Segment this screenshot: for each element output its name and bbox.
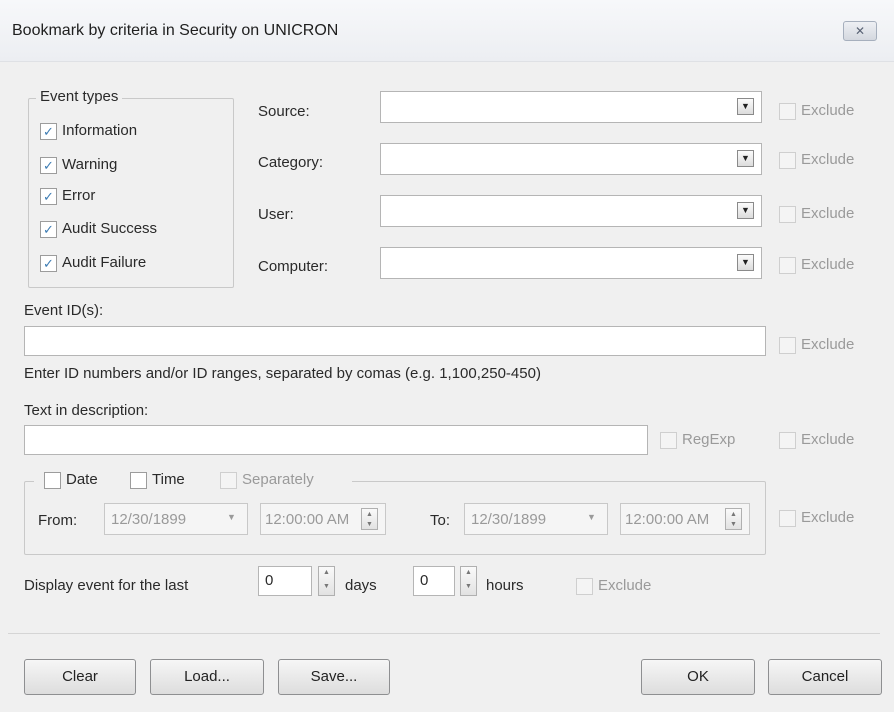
warning-checkbox[interactable]: ✓ bbox=[40, 157, 57, 174]
audit-success-checkbox[interactable]: ✓ bbox=[40, 221, 57, 238]
close-button[interactable]: ✕ bbox=[843, 21, 877, 41]
days-spinner[interactable]: ▲ ▼ bbox=[318, 566, 335, 596]
error-checkbox[interactable]: ✓ bbox=[40, 188, 57, 205]
audit-success-label: Audit Success bbox=[62, 220, 158, 237]
last-exclude-label: Exclude bbox=[598, 577, 652, 594]
separately-label: Separately bbox=[242, 471, 314, 488]
to-time-spinner[interactable]: ▲ ▼ bbox=[725, 508, 742, 530]
audit-failure-checkbox[interactable]: ✓ bbox=[40, 255, 57, 272]
user-label: User: bbox=[258, 206, 294, 223]
footer-separator bbox=[8, 633, 880, 634]
from-time-picker[interactable]: 12:00:00 AM ▲ ▼ bbox=[260, 503, 386, 535]
last-exclude-checkbox[interactable] bbox=[576, 578, 593, 595]
source-exclude-checkbox[interactable] bbox=[779, 103, 796, 120]
hours-input[interactable]: 0 bbox=[413, 566, 455, 596]
load-button[interactable]: Load... bbox=[150, 659, 264, 695]
description-input[interactable] bbox=[24, 425, 648, 455]
source-exclude-label: Exclude bbox=[801, 102, 855, 119]
chevron-down-icon[interactable]: ▼ bbox=[737, 150, 754, 167]
user-exclude-checkbox[interactable] bbox=[779, 206, 796, 223]
time-label: Time bbox=[152, 471, 185, 488]
date-checkbox[interactable] bbox=[44, 472, 61, 489]
hours-label: hours bbox=[486, 577, 524, 594]
source-combo[interactable]: ▼ bbox=[380, 91, 762, 123]
regexp-label: RegExp bbox=[682, 431, 736, 448]
user-combo[interactable]: ▼ bbox=[380, 195, 762, 227]
information-label: Information bbox=[62, 122, 138, 139]
category-label: Category: bbox=[258, 154, 324, 171]
days-input[interactable]: 0 bbox=[258, 566, 312, 596]
chevron-down-icon[interactable]: ▼ bbox=[737, 98, 754, 115]
clear-button[interactable]: Clear bbox=[24, 659, 136, 695]
regexp-checkbox[interactable] bbox=[660, 432, 677, 449]
save-button[interactable]: Save... bbox=[278, 659, 390, 695]
to-date-picker[interactable]: 12/30/1899 ▼ bbox=[464, 503, 608, 535]
from-date-value: 12/30/1899 bbox=[111, 511, 187, 528]
event-ids-label: Event ID(s): bbox=[24, 302, 104, 319]
from-time-spinner[interactable]: ▲ ▼ bbox=[361, 508, 378, 530]
chevron-down-icon[interactable]: ▼ bbox=[227, 512, 236, 522]
chevron-down-icon[interactable]: ▼ bbox=[737, 202, 754, 219]
computer-combo[interactable]: ▼ bbox=[380, 247, 762, 279]
date-label: Date bbox=[66, 471, 98, 488]
user-exclude-label: Exclude bbox=[801, 205, 855, 222]
description-exclude-checkbox[interactable] bbox=[779, 432, 796, 449]
computer-exclude-checkbox[interactable] bbox=[779, 257, 796, 274]
date-exclude-label: Exclude bbox=[801, 509, 855, 526]
to-date-value: 12/30/1899 bbox=[471, 511, 547, 528]
event-ids-hint: Enter ID numbers and/or ID ranges, separ… bbox=[24, 365, 541, 382]
from-date-picker[interactable]: 12/30/1899 ▼ bbox=[104, 503, 248, 535]
description-exclude-label: Exclude bbox=[801, 431, 855, 448]
source-label: Source: bbox=[258, 103, 310, 120]
to-time-picker[interactable]: 12:00:00 AM ▲ ▼ bbox=[620, 503, 750, 535]
time-checkbox[interactable] bbox=[130, 472, 147, 489]
category-combo[interactable]: ▼ bbox=[380, 143, 762, 175]
chevron-down-icon[interactable]: ▼ bbox=[587, 512, 596, 522]
ok-button[interactable]: OK bbox=[641, 659, 755, 695]
last-label: Display event for the last bbox=[24, 577, 189, 594]
separately-checkbox[interactable] bbox=[220, 472, 237, 489]
close-icon: ✕ bbox=[854, 24, 866, 38]
days-value: 0 bbox=[265, 572, 274, 589]
warning-label: Warning bbox=[62, 156, 118, 173]
from-time-value: 12:00:00 AM bbox=[265, 511, 350, 528]
computer-exclude-label: Exclude bbox=[801, 256, 855, 273]
window-title: Bookmark by criteria in Security on UNIC… bbox=[12, 22, 339, 39]
chevron-down-icon[interactable]: ▼ bbox=[737, 254, 754, 271]
event-ids-input[interactable] bbox=[24, 326, 766, 356]
computer-label: Computer: bbox=[258, 258, 329, 275]
description-label: Text in description: bbox=[24, 402, 149, 419]
from-label: From: bbox=[38, 512, 78, 529]
event-ids-exclude-checkbox[interactable] bbox=[779, 337, 796, 354]
title-bar: Bookmark by criteria in Security on UNIC… bbox=[0, 0, 894, 62]
category-exclude-checkbox[interactable] bbox=[779, 152, 796, 169]
event-types-legend: Event types bbox=[36, 88, 123, 105]
date-exclude-checkbox[interactable] bbox=[779, 510, 796, 527]
error-label: Error bbox=[62, 187, 96, 204]
event-ids-exclude-label: Exclude bbox=[801, 336, 855, 353]
cancel-button[interactable]: Cancel bbox=[768, 659, 882, 695]
information-checkbox[interactable]: ✓ bbox=[40, 123, 57, 140]
hours-value: 0 bbox=[420, 572, 429, 589]
to-time-value: 12:00:00 AM bbox=[625, 511, 710, 528]
to-label: To: bbox=[430, 512, 451, 529]
days-label: days bbox=[345, 577, 377, 594]
hours-spinner[interactable]: ▲ ▼ bbox=[460, 566, 477, 596]
audit-failure-label: Audit Failure bbox=[62, 254, 147, 271]
category-exclude-label: Exclude bbox=[801, 151, 855, 168]
